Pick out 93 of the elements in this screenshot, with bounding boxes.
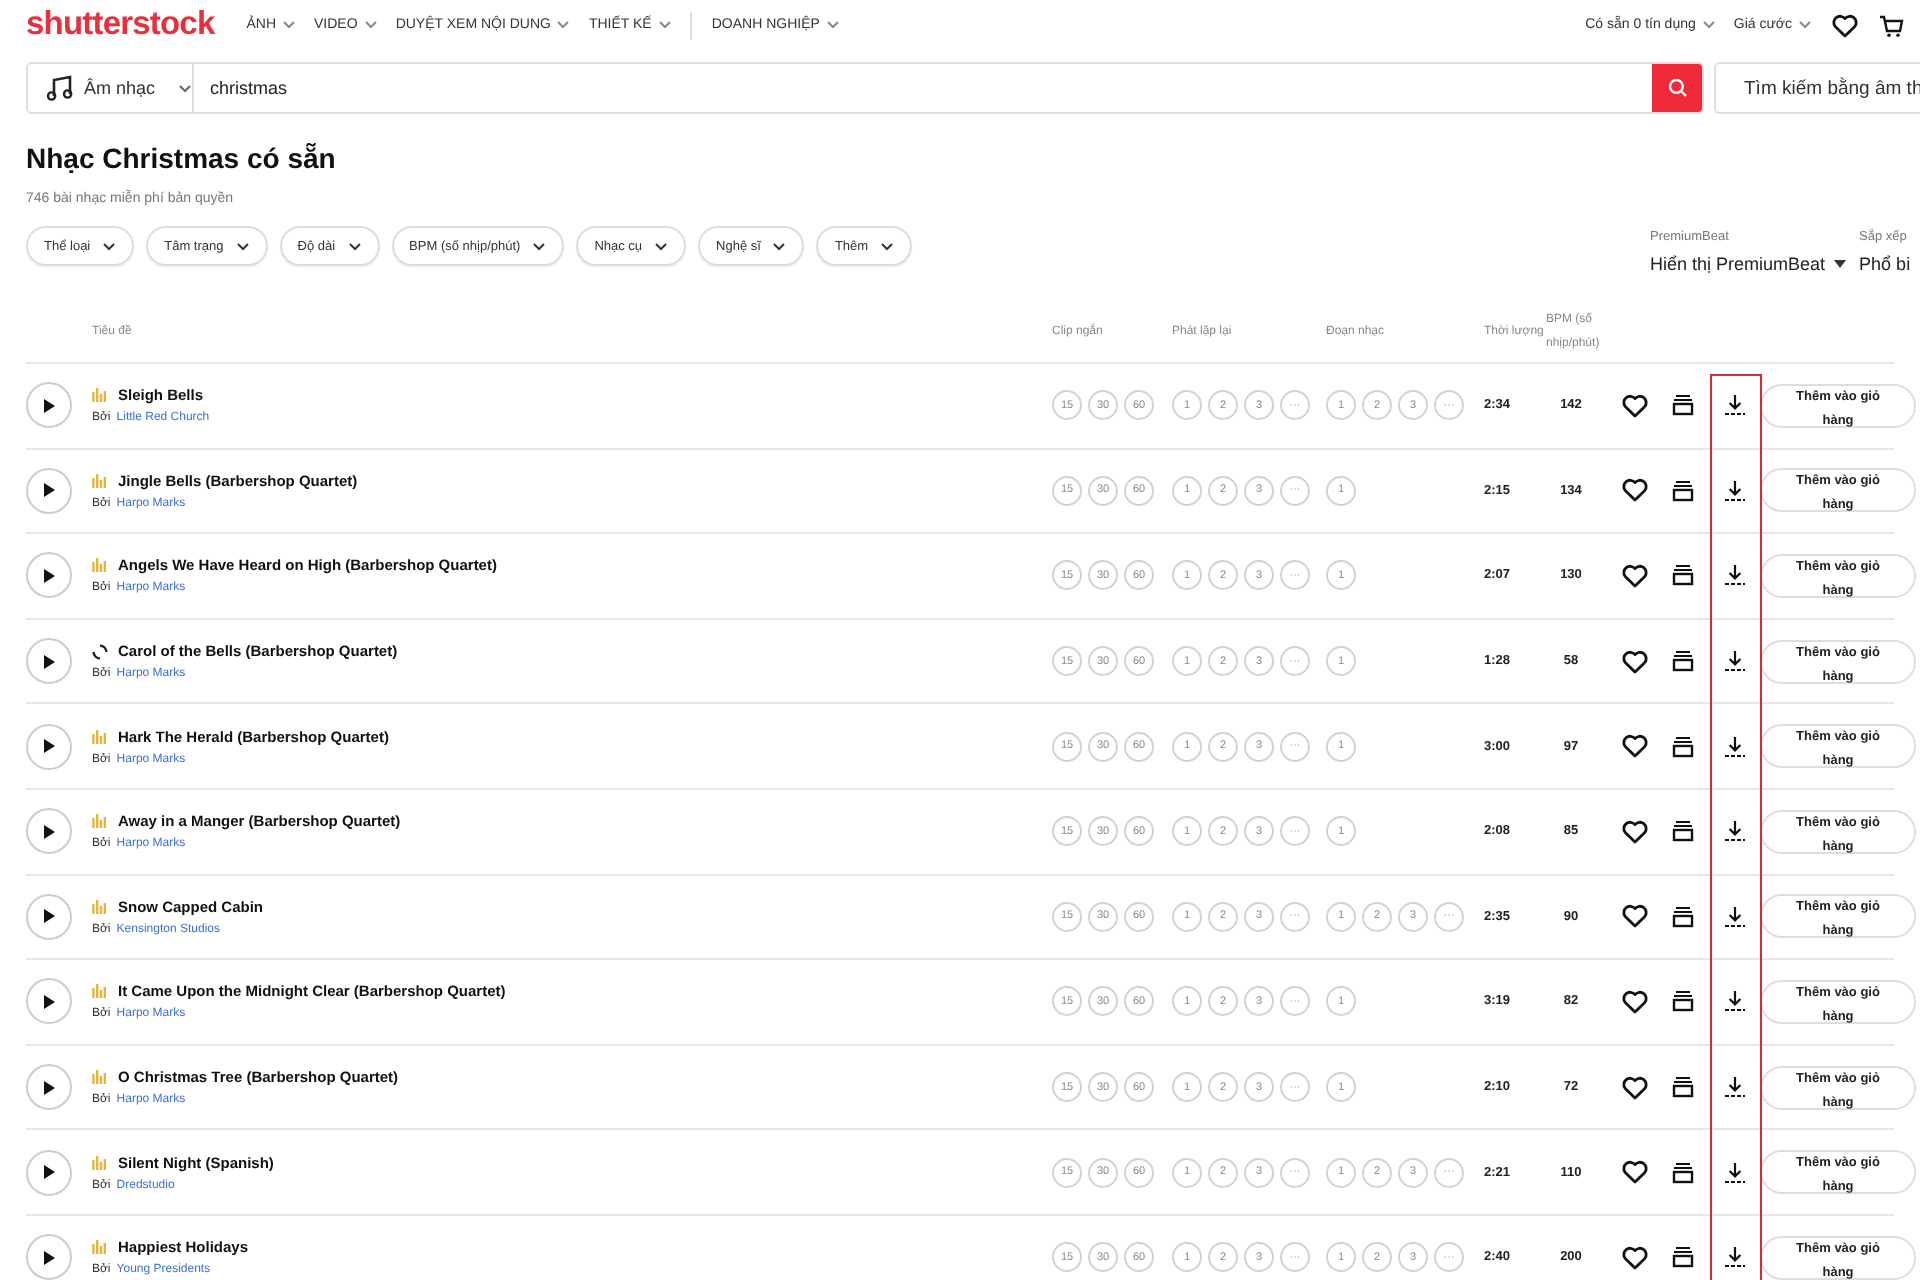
caret-icon	[1833, 260, 1846, 268]
sort-dropdown[interactable]: Phổ bi	[1859, 254, 1911, 274]
chevron-down-icon	[532, 241, 547, 251]
chevron-down-icon	[556, 20, 571, 30]
category-dropdown[interactable]: Âm nhạc	[28, 64, 194, 112]
heart-icon[interactable]	[1832, 13, 1858, 37]
waveform-icon	[92, 388, 108, 403]
play-button[interactable]	[26, 723, 72, 770]
waveform-icon	[92, 729, 108, 744]
waveform-icon	[92, 1240, 108, 1255]
chevron-down-icon	[1701, 20, 1716, 30]
chevron-down-icon	[1798, 20, 1812, 30]
download-icon[interactable]	[1724, 1161, 1746, 1184]
stack-icon[interactable]	[1672, 905, 1694, 928]
chevron-down-icon	[235, 241, 250, 251]
play-icon	[42, 823, 56, 840]
heart-icon[interactable]	[1621, 989, 1647, 1014]
waveform-icon	[92, 1070, 108, 1085]
heart-icon[interactable]	[1621, 393, 1647, 418]
download-icon[interactable]	[1724, 564, 1746, 587]
play-icon	[42, 993, 56, 1010]
stack-icon[interactable]	[1672, 820, 1694, 843]
play-button[interactable]	[26, 467, 72, 514]
chevron-down-icon	[654, 241, 669, 251]
play-button[interactable]	[26, 382, 72, 429]
play-icon	[42, 1249, 56, 1266]
download-icon[interactable]	[1724, 650, 1746, 673]
play-button[interactable]	[26, 808, 72, 855]
play-icon	[42, 567, 56, 584]
heart-icon[interactable]	[1621, 478, 1647, 503]
premiumbeat-dropdown[interactable]: Hiển thị PremiumBeat	[1650, 254, 1846, 274]
stack-icon[interactable]	[1672, 1246, 1694, 1269]
stack-icon[interactable]	[1672, 1076, 1694, 1099]
heart-icon[interactable]	[1621, 1075, 1647, 1100]
stack-icon[interactable]	[1672, 479, 1694, 502]
play-button[interactable]	[26, 638, 72, 685]
stack-icon[interactable]	[1672, 394, 1694, 417]
stack-icon[interactable]	[1672, 990, 1694, 1013]
play-icon	[42, 1079, 56, 1096]
chevron-down-icon	[363, 20, 378, 30]
chevron-down-icon	[880, 241, 895, 251]
waveform-icon	[92, 899, 108, 914]
search-field[interactable]: Âm nhạc christmas	[26, 62, 1704, 114]
play-icon	[42, 397, 56, 414]
heart-icon[interactable]	[1621, 563, 1647, 588]
download-icon[interactable]	[1724, 1246, 1746, 1269]
play-icon	[42, 738, 56, 755]
download-icon[interactable]	[1724, 394, 1746, 417]
chevron-down-icon	[657, 20, 672, 30]
chevron-down-icon	[282, 20, 297, 30]
waveform-icon	[92, 558, 108, 573]
play-button[interactable]	[26, 552, 72, 599]
play-icon	[42, 908, 56, 925]
stack-icon[interactable]	[1672, 650, 1694, 673]
download-icon[interactable]	[1724, 820, 1746, 843]
chevron-down-icon	[772, 241, 787, 251]
play-icon	[42, 482, 56, 499]
waveform-icon	[92, 473, 108, 488]
play-button[interactable]	[26, 1064, 72, 1111]
play-icon	[42, 653, 56, 670]
chevron-down-icon	[825, 20, 840, 30]
chevron-down-icon	[177, 83, 192, 93]
logo[interactable]: shutterstock	[26, 6, 215, 44]
heart-icon[interactable]	[1621, 1245, 1647, 1270]
chevron-down-icon	[102, 241, 117, 251]
play-icon	[42, 1164, 56, 1181]
download-icon[interactable]	[1724, 479, 1746, 502]
play-button[interactable]	[26, 893, 72, 940]
waveform-icon	[92, 984, 108, 999]
search-icon	[1667, 78, 1687, 98]
stack-icon[interactable]	[1672, 564, 1694, 587]
play-button[interactable]	[26, 1234, 72, 1280]
chevron-down-icon	[347, 241, 362, 251]
download-icon[interactable]	[1724, 905, 1746, 928]
play-button[interactable]	[26, 978, 72, 1025]
download-icon[interactable]	[1724, 735, 1746, 758]
heart-icon[interactable]	[1621, 1160, 1647, 1185]
heart-icon[interactable]	[1621, 734, 1647, 759]
page-title: Nhạc Christmas có sẵn	[26, 142, 338, 176]
loading-icon	[92, 643, 108, 660]
download-icon[interactable]	[1724, 990, 1746, 1013]
cart-icon[interactable]	[1878, 13, 1904, 37]
waveform-icon	[92, 814, 108, 829]
music-note-icon	[46, 74, 74, 102]
search-button[interactable]	[1652, 64, 1702, 112]
heart-icon[interactable]	[1621, 904, 1647, 929]
download-icon[interactable]	[1724, 1076, 1746, 1099]
heart-icon[interactable]	[1621, 819, 1647, 844]
stack-icon[interactable]	[1672, 1161, 1694, 1184]
stack-icon[interactable]	[1672, 735, 1694, 758]
waveform-icon	[92, 1155, 108, 1170]
heart-icon[interactable]	[1621, 649, 1647, 674]
play-button[interactable]	[26, 1149, 72, 1196]
